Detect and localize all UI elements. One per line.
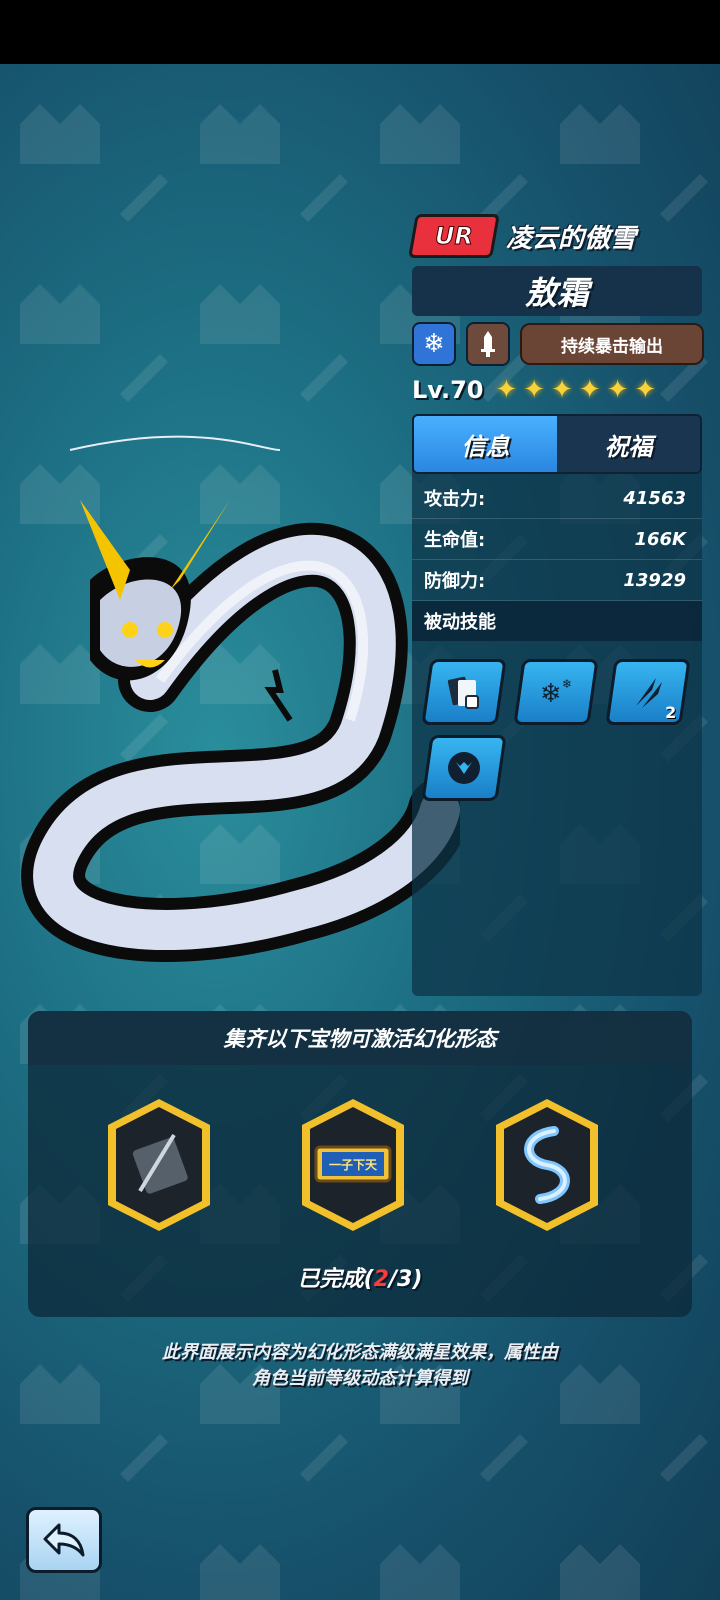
stat-row-attack: 攻击力: 41563 — [412, 478, 702, 519]
weapon-case-icon[interactable] — [104, 1095, 214, 1235]
svg-text:一子下天: 一子下天 — [329, 1158, 378, 1172]
rarity-badge: UR — [408, 214, 500, 258]
star-icon: ✦ — [634, 375, 657, 405]
progress-completed-count: 2 — [373, 1267, 389, 1292]
star-icon: ✦ — [495, 375, 518, 405]
role-tag[interactable]: 持续暴击输出 — [520, 323, 704, 365]
info-panel: 信息 祝福 攻击力: 41563 生命值: 166K 防御力: 13929 被动… — [412, 414, 702, 996]
passive-skills: ❄ ❄ 2 — [412, 641, 702, 801]
tab-bar: 信息 祝福 — [412, 414, 702, 474]
stat-value: 166K — [634, 528, 686, 550]
svg-text:❄: ❄ — [540, 679, 562, 709]
collection-progress: 已完成(2/3) — [297, 1267, 423, 1292]
back-arrow-icon — [43, 1523, 85, 1557]
snowflakes-icon[interactable]: ❄ ❄ — [513, 659, 599, 725]
claw-strike-icon[interactable]: 2 — [605, 659, 691, 725]
stat-label: 防御力: — [424, 571, 486, 592]
back-button[interactable] — [26, 1507, 102, 1573]
skill-level: 2 — [664, 703, 677, 722]
star-icon: ✦ — [578, 375, 601, 405]
plaque-icon[interactable]: 一子下天 — [298, 1095, 408, 1235]
dragon-illustration — [21, 435, 460, 962]
character-name-box: 敖霜 — [412, 266, 702, 316]
star-icon: ✦ — [551, 375, 573, 405]
collection-panel: 集齐以下宝物可激活幻化形态 一子下天 已完成(2/3) — [28, 1011, 692, 1317]
stat-label: 生命值: — [424, 530, 486, 551]
stat-value: 41563 — [623, 487, 686, 509]
tag-row: ❄ 持续暴击输出 — [412, 322, 704, 366]
character-name: 敖霜 — [524, 274, 589, 312]
tab-info[interactable]: 信息 — [414, 416, 557, 472]
level-label: Lv.70 — [412, 376, 484, 404]
star-icon: ✦ — [523, 375, 546, 405]
info-note: 此界面展示内容为幻化形态满级满星效果，属性由 角色当前等级动态计算得到 — [162, 1342, 558, 1389]
status-bar — [0, 0, 720, 64]
dragon-emblem-icon[interactable] — [421, 735, 507, 801]
ice-dragon-icon[interactable] — [492, 1095, 602, 1235]
stat-row-hp: 生命值: 166K — [412, 519, 702, 560]
passive-skills-title: 被动技能 — [412, 601, 702, 641]
snowflake-icon[interactable]: ❄ — [412, 322, 456, 366]
stat-row-defense: 防御力: 13929 — [412, 560, 702, 601]
stat-value: 13929 — [623, 569, 686, 591]
svg-text:❄: ❄ — [562, 677, 572, 691]
star-rating: ✦ ✦ ✦ ✦ ✦ ✦ — [496, 375, 663, 405]
form-title: 凌云的傲雪 — [506, 223, 637, 254]
stat-label: 攻击力: — [424, 489, 486, 510]
rarity-row: UR 凌云的傲雪 — [408, 214, 637, 258]
collection-title: 集齐以下宝物可激活幻化形态 — [28, 1011, 692, 1065]
cards-dice-icon[interactable] — [421, 659, 507, 725]
sword-icon[interactable] — [466, 322, 510, 366]
star-icon: ✦ — [606, 375, 629, 405]
level-row: Lv.70 ✦ ✦ ✦ ✦ ✦ ✦ — [412, 372, 662, 408]
tab-blessing[interactable]: 祝福 — [557, 416, 700, 472]
